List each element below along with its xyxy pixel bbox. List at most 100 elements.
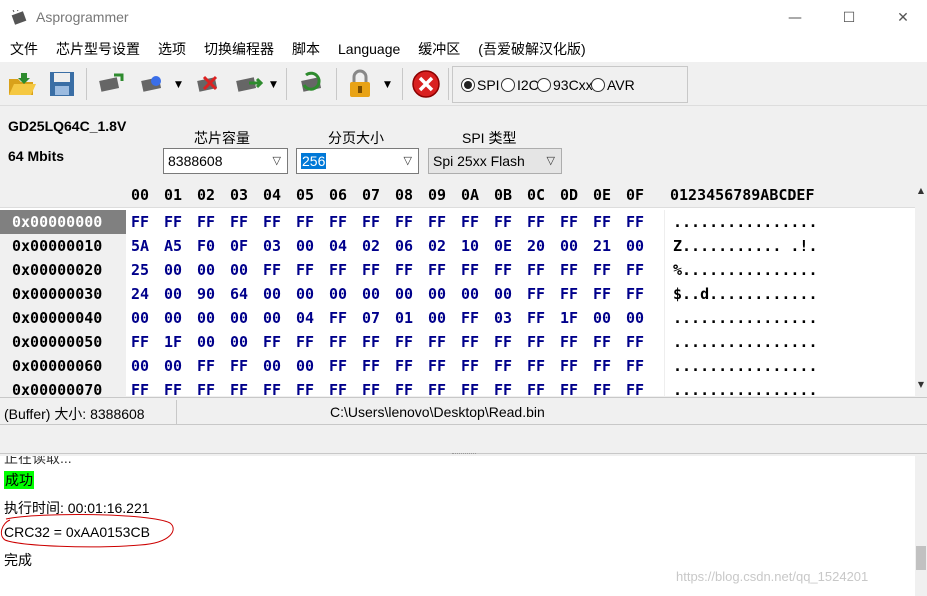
hex-byte[interactable]: 00 (197, 258, 215, 282)
hex-byte[interactable]: FF (527, 330, 545, 354)
maximize-button[interactable]: ☐ (826, 0, 872, 36)
menu-file[interactable]: 文件 (10, 39, 46, 59)
radio-spi[interactable]: SPI (461, 77, 505, 93)
hex-byte[interactable]: FF (197, 210, 215, 234)
hex-byte[interactable]: FF (329, 378, 347, 396)
menu-buffer[interactable]: 缓冲区 (418, 39, 468, 59)
hex-byte[interactable]: FF (626, 378, 644, 396)
hex-byte[interactable]: 07 (362, 306, 380, 330)
hex-byte[interactable]: 64 (230, 282, 248, 306)
hex-byte[interactable]: FF (230, 210, 248, 234)
hex-byte[interactable]: FF (560, 282, 578, 306)
hex-byte[interactable]: FF (164, 210, 182, 234)
hex-row[interactable]: 0x00000060 00 00 FF FF 00 00 FF FF FF FF FF FF FF FF FF… (0, 354, 915, 378)
hex-byte[interactable]: 03 (263, 234, 281, 258)
hex-byte[interactable]: 1F (560, 306, 578, 330)
stop-icon[interactable] (410, 68, 442, 100)
hex-byte[interactable]: 00 (131, 354, 149, 378)
hex-byte[interactable]: FF (527, 354, 545, 378)
hex-byte[interactable]: 00 (494, 282, 512, 306)
hex-byte[interactable]: FF (461, 354, 479, 378)
hex-byte[interactable]: 10 (461, 234, 479, 258)
hex-byte[interactable]: 00 (164, 306, 182, 330)
hex-byte[interactable]: 20 (527, 234, 545, 258)
hex-byte[interactable]: 00 (296, 234, 314, 258)
verify-dropdown-arrow[interactable]: ▼ (270, 80, 277, 90)
hex-ascii[interactable]: $..d............ (664, 282, 872, 306)
hex-byte[interactable]: 00 (263, 354, 281, 378)
hex-ascii[interactable]: ................ (664, 330, 872, 354)
hex-byte[interactable]: FF (527, 378, 545, 396)
hex-byte[interactable]: FF (131, 210, 149, 234)
hex-byte[interactable]: FF (494, 258, 512, 282)
hex-byte[interactable]: 02 (428, 234, 446, 258)
hex-byte[interactable]: FF (626, 330, 644, 354)
hex-byte[interactable]: 03 (494, 306, 512, 330)
hex-byte[interactable]: FF (428, 210, 446, 234)
hex-byte[interactable]: 5A (131, 234, 149, 258)
hex-byte[interactable]: 00 (230, 330, 248, 354)
hex-byte[interactable]: 00 (593, 306, 611, 330)
capacity-select[interactable]: 8388608 ▽ (163, 148, 288, 174)
hex-byte[interactable]: FF (395, 210, 413, 234)
hex-byte[interactable]: 0E (494, 234, 512, 258)
hex-scrollbar[interactable]: ▲ ▼ (915, 184, 927, 396)
log-scroll-thumb[interactable] (916, 546, 926, 570)
lock-dropdown-arrow[interactable]: ▼ (384, 80, 391, 90)
hex-byte[interactable]: 00 (230, 258, 248, 282)
radio-93cxx[interactable]: 93Cxx (537, 77, 592, 93)
hex-byte[interactable]: FF (461, 330, 479, 354)
hex-byte[interactable]: FF (131, 378, 149, 396)
hex-byte[interactable]: 00 (296, 282, 314, 306)
hex-ascii[interactable]: %............... (664, 258, 872, 282)
hex-byte[interactable]: FF (560, 354, 578, 378)
hex-editor[interactable]: 00 01 02 03 04 05 06 07 08 09 0A 0B 0C 0D 0E 0F 01234567… (0, 184, 927, 396)
hex-byte[interactable]: FF (494, 378, 512, 396)
hex-byte[interactable]: 00 (131, 306, 149, 330)
save-icon[interactable] (46, 68, 78, 100)
hex-byte[interactable]: 00 (626, 234, 644, 258)
hex-byte[interactable]: FF (329, 354, 347, 378)
hex-byte[interactable]: 00 (263, 282, 281, 306)
hex-byte[interactable]: FF (461, 210, 479, 234)
hex-byte[interactable]: FF (395, 378, 413, 396)
hex-byte[interactable]: 00 (164, 354, 182, 378)
hex-byte[interactable]: FF (560, 258, 578, 282)
radio-avr-dot[interactable] (591, 78, 605, 92)
hex-byte[interactable]: FF (527, 306, 545, 330)
hex-byte[interactable]: FF (626, 282, 644, 306)
hex-byte[interactable]: FF (593, 378, 611, 396)
hex-byte[interactable]: 00 (197, 306, 215, 330)
hex-byte[interactable]: FF (329, 210, 347, 234)
hex-byte[interactable]: FF (164, 378, 182, 396)
hex-byte[interactable]: FF (362, 378, 380, 396)
hex-byte[interactable]: 06 (395, 234, 413, 258)
hex-byte[interactable]: FF (230, 354, 248, 378)
hex-ascii[interactable]: ................ (664, 354, 872, 378)
hex-byte[interactable]: 00 (164, 258, 182, 282)
open-folder-icon[interactable] (6, 68, 38, 100)
hex-byte[interactable]: FF (593, 210, 611, 234)
hex-byte[interactable]: FF (263, 330, 281, 354)
page-size-select[interactable]: 256 ▽ (296, 148, 419, 174)
hex-byte[interactable]: FF (428, 354, 446, 378)
hex-byte[interactable]: FF (560, 378, 578, 396)
hex-byte[interactable]: FF (593, 282, 611, 306)
radio-93cxx-dot[interactable] (537, 78, 551, 92)
hex-byte[interactable]: FF (593, 354, 611, 378)
hex-byte[interactable]: FF (263, 258, 281, 282)
hex-byte[interactable]: FF (329, 330, 347, 354)
read-chip-icon[interactable] (94, 68, 126, 100)
hex-byte[interactable]: 02 (362, 234, 380, 258)
hex-byte[interactable]: FF (527, 258, 545, 282)
minimize-button[interactable]: — (772, 0, 818, 36)
hex-byte[interactable]: 00 (197, 330, 215, 354)
hex-byte[interactable]: FF (626, 258, 644, 282)
menu-switch-programmer[interactable]: 切换编程器 (204, 39, 282, 59)
hex-byte[interactable]: FF (395, 258, 413, 282)
verify-chip-icon[interactable] (232, 68, 264, 100)
close-button[interactable]: ✕ (880, 0, 926, 36)
hex-byte[interactable]: 01 (395, 306, 413, 330)
hex-byte[interactable]: 00 (164, 282, 182, 306)
hex-byte[interactable]: FF (362, 330, 380, 354)
